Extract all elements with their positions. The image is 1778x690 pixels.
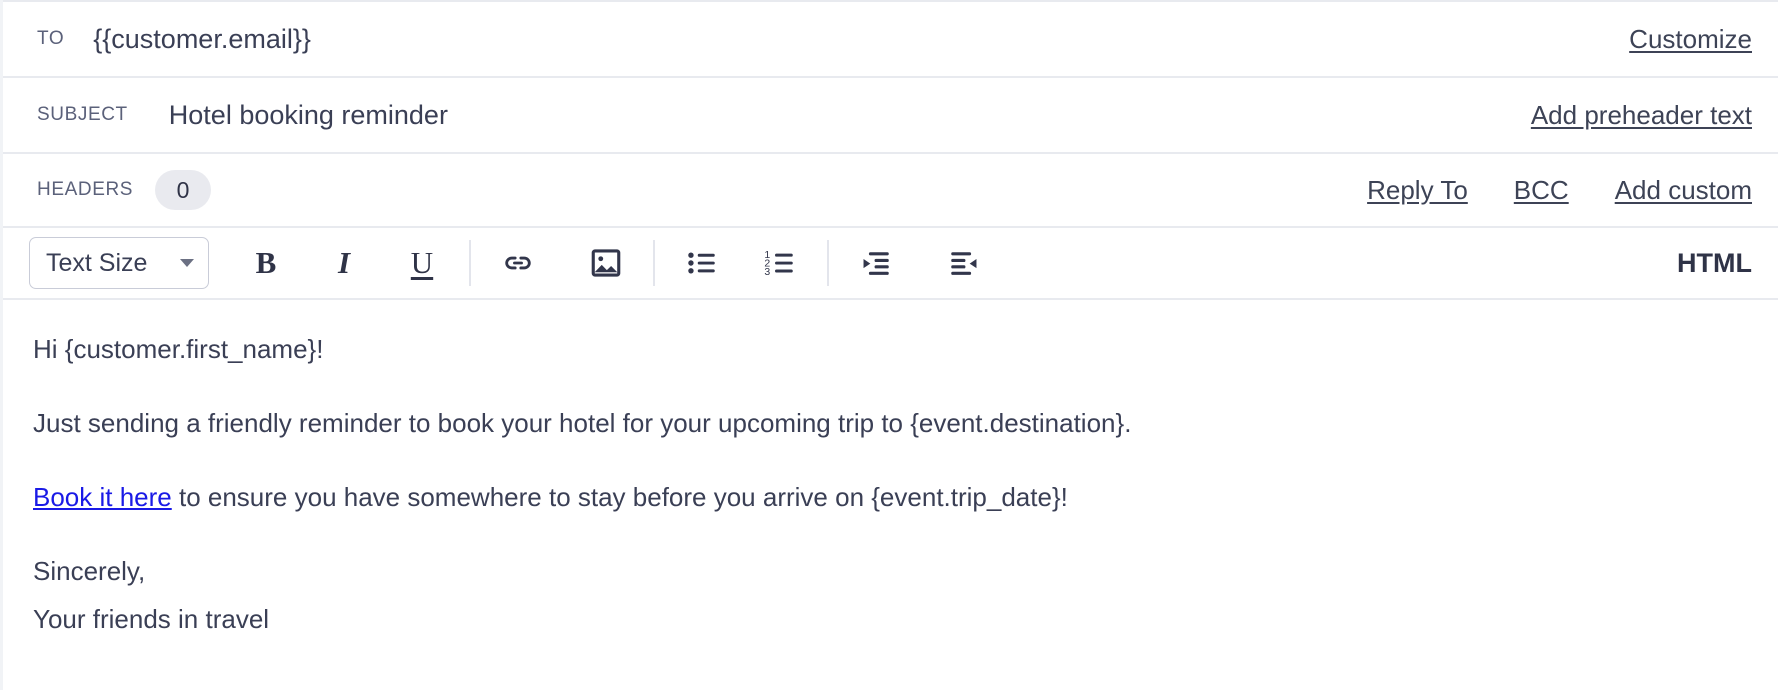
- bcc-link[interactable]: BCC: [1514, 175, 1569, 206]
- svg-text:3: 3: [764, 267, 770, 278]
- italic-button[interactable]: I: [313, 237, 375, 289]
- italic-label: I: [337, 245, 351, 280]
- body-cta-line: Book it here to ensure you have somewher…: [33, 484, 1748, 510]
- outdent-icon: [859, 246, 893, 280]
- email-body-editor[interactable]: Hi {customer.first_name}! Just sending a…: [3, 300, 1778, 690]
- body-cta-rest: to ensure you have somewhere to stay bef…: [171, 482, 1068, 512]
- toolbar-divider-3: [827, 240, 829, 286]
- toolbar-divider-2: [653, 240, 655, 286]
- text-size-label: Text Size: [46, 248, 148, 277]
- toolbar-divider-1: [469, 240, 471, 286]
- body-paragraph: Just sending a friendly reminder to book…: [33, 408, 1132, 438]
- body-signoff: Sincerely,: [33, 556, 146, 586]
- bulleted-list-icon: [685, 246, 719, 280]
- editor-toolbar: Text Size B I U 1 2 3 HTML: [3, 228, 1778, 300]
- headers-field-row: HEADERS 0 Reply To BCC Add custom: [3, 154, 1778, 228]
- html-view-button[interactable]: HTML: [1677, 248, 1752, 279]
- numbered-list-button[interactable]: 1 2 3: [749, 237, 811, 289]
- link-icon: [501, 246, 535, 280]
- headers-label: HEADERS: [37, 179, 134, 200]
- text-size-select[interactable]: Text Size: [29, 237, 209, 289]
- bold-button[interactable]: B: [235, 237, 297, 289]
- outdent-button[interactable]: [845, 237, 907, 289]
- headers-actions: Reply To BCC Add custom: [1367, 175, 1752, 206]
- bold-label: B: [255, 245, 277, 280]
- insert-link-button[interactable]: [487, 237, 549, 289]
- email-composer: TO {{customer.email}} Customize SUBJECT …: [0, 0, 1778, 690]
- underline-label: U: [410, 245, 434, 280]
- book-it-here-link[interactable]: Book it here: [33, 482, 172, 512]
- to-label: TO: [37, 28, 65, 49]
- subject-value[interactable]: Hotel booking reminder: [169, 100, 448, 131]
- insert-image-button[interactable]: [575, 237, 637, 289]
- subject-label: SUBJECT: [37, 104, 128, 125]
- add-preheader-text-link[interactable]: Add preheader text: [1531, 100, 1752, 131]
- image-icon: [589, 246, 623, 280]
- add-custom-link[interactable]: Add custom: [1615, 175, 1752, 206]
- bulleted-list-button[interactable]: [671, 237, 733, 289]
- body-greeting: Hi {customer.first_name}!: [33, 334, 324, 364]
- customize-link[interactable]: Customize: [1629, 24, 1752, 55]
- headers-count-badge: 0: [155, 170, 212, 210]
- chevron-down-icon: [180, 259, 194, 267]
- reply-to-link[interactable]: Reply To: [1367, 175, 1468, 206]
- to-field-row: TO {{customer.email}} Customize: [3, 2, 1778, 78]
- subject-field-row: SUBJECT Hotel booking reminder Add prehe…: [3, 78, 1778, 154]
- underline-button[interactable]: U: [391, 237, 453, 289]
- numbered-list-icon: 1 2 3: [763, 246, 797, 280]
- indent-button[interactable]: [933, 237, 995, 289]
- body-signature: Your friends in travel: [33, 604, 270, 634]
- to-value[interactable]: {{customer.email}}: [93, 24, 311, 55]
- indent-icon: [947, 246, 981, 280]
